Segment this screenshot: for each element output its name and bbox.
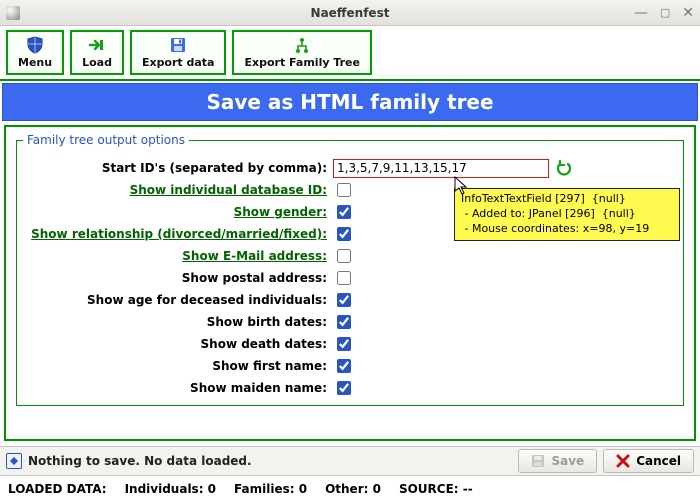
family-tree-icon bbox=[293, 36, 311, 54]
option-row: Show maiden name: bbox=[23, 377, 677, 399]
start-ids-input[interactable] bbox=[333, 159, 549, 178]
export-family-tree-label: Export Family Tree bbox=[244, 56, 360, 69]
save-label: Save bbox=[551, 454, 584, 468]
option-checkbox[interactable] bbox=[337, 337, 351, 351]
start-ids-label: Start ID's (separated by comma): bbox=[23, 161, 333, 175]
row-start-ids: Start ID's (separated by comma): bbox=[23, 157, 677, 179]
window-minimize-button[interactable]: — bbox=[634, 5, 648, 21]
option-checkbox[interactable] bbox=[337, 293, 351, 307]
option-checkbox[interactable] bbox=[337, 183, 351, 197]
option-checkbox[interactable] bbox=[337, 315, 351, 329]
footer-bar: LOADED DATA: Individuals: 0 Families: 0 … bbox=[0, 478, 700, 500]
export-data-button[interactable]: Export data bbox=[130, 30, 227, 75]
footer-families: Families: 0 bbox=[234, 482, 307, 496]
window-maximize-button[interactable]: ▢ bbox=[660, 6, 670, 19]
option-label: Show birth dates: bbox=[23, 315, 333, 329]
undo-icon[interactable] bbox=[555, 159, 573, 177]
option-label: Show postal address: bbox=[23, 271, 333, 285]
option-label: Show death dates: bbox=[23, 337, 333, 351]
floppy-disk-icon bbox=[169, 36, 187, 54]
window-titlebar: Naeffenfest — ▢ ✕ bbox=[0, 0, 700, 26]
option-checkbox[interactable] bbox=[337, 359, 351, 373]
page-title: Save as HTML family tree bbox=[2, 83, 698, 121]
option-label[interactable]: Show relationship (divorced/married/fixe… bbox=[23, 227, 333, 241]
main-toolbar: Menu Load Export data Export Family Tree bbox=[0, 26, 700, 81]
export-data-label: Export data bbox=[142, 56, 215, 69]
options-legend: Family tree output options bbox=[23, 133, 189, 147]
footer-individuals: Individuals: 0 bbox=[125, 482, 216, 496]
option-checkbox[interactable] bbox=[337, 227, 351, 241]
menu-label: Menu bbox=[18, 56, 52, 69]
option-label[interactable]: Show gender: bbox=[23, 205, 333, 219]
options-panel: Family tree output options Start ID's (s… bbox=[4, 125, 696, 441]
option-row: Show first name: bbox=[23, 355, 677, 377]
option-label: Show first name: bbox=[23, 359, 333, 373]
option-label: Show age for deceased individuals: bbox=[23, 293, 333, 307]
window-close-button[interactable]: ✕ bbox=[682, 5, 694, 21]
option-label: Show maiden name: bbox=[23, 381, 333, 395]
load-label: Load bbox=[82, 56, 112, 69]
option-row: Show death dates: bbox=[23, 333, 677, 355]
footer-loaded: LOADED DATA: bbox=[8, 482, 107, 496]
option-checkbox[interactable] bbox=[337, 205, 351, 219]
option-checkbox[interactable] bbox=[337, 271, 351, 285]
status-bar: Nothing to save. No data loaded. Save Ca… bbox=[0, 446, 700, 476]
status-text: Nothing to save. No data loaded. bbox=[28, 454, 252, 468]
shield-icon bbox=[26, 36, 44, 54]
option-row: Show birth dates: bbox=[23, 311, 677, 333]
option-checkbox[interactable] bbox=[337, 249, 351, 263]
info-icon bbox=[6, 453, 22, 469]
cancel-icon bbox=[616, 454, 630, 468]
window-title: Naeffenfest bbox=[0, 6, 700, 20]
save-button: Save bbox=[518, 449, 597, 473]
option-label[interactable]: Show E-Mail address: bbox=[23, 249, 333, 263]
option-row: Show postal address: bbox=[23, 267, 677, 289]
options-fieldset: Family tree output options Start ID's (s… bbox=[16, 133, 684, 406]
debug-tooltip: InfoTextTextField [297] {null} - Added t… bbox=[454, 188, 680, 241]
load-button[interactable]: Load bbox=[70, 30, 124, 75]
option-row: Show E-Mail address: bbox=[23, 245, 677, 267]
cancel-label: Cancel bbox=[636, 454, 681, 468]
option-checkbox[interactable] bbox=[337, 381, 351, 395]
export-family-tree-button[interactable]: Export Family Tree bbox=[232, 30, 372, 75]
footer-source: SOURCE: -- bbox=[399, 482, 473, 496]
app-icon bbox=[6, 6, 20, 20]
option-label[interactable]: Show individual database ID: bbox=[23, 183, 333, 197]
option-row: Show age for deceased individuals: bbox=[23, 289, 677, 311]
floppy-disk-icon bbox=[531, 454, 545, 468]
arrow-right-icon bbox=[88, 36, 106, 54]
footer-other: Other: 0 bbox=[325, 482, 381, 496]
cancel-button[interactable]: Cancel bbox=[603, 449, 694, 473]
menu-button[interactable]: Menu bbox=[6, 30, 64, 75]
